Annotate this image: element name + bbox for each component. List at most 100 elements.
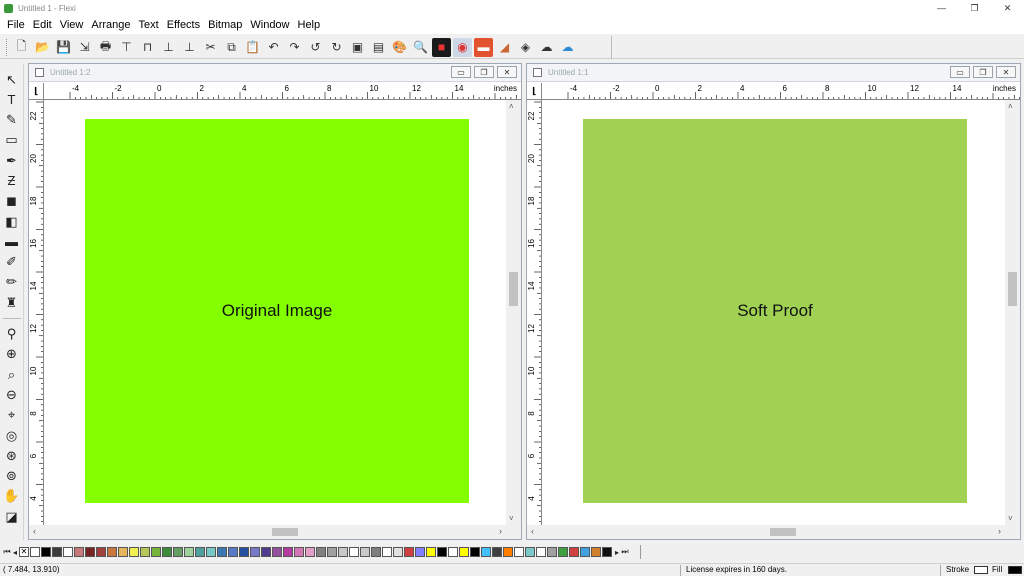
palette-swatch[interactable] [558, 547, 568, 557]
drawing-canvas[interactable]: Original Image [44, 100, 506, 525]
palette-swatch[interactable] [272, 547, 282, 557]
measure-tool-icon[interactable]: ▬ [2, 232, 22, 251]
cut-icon[interactable]: ✂ [201, 38, 220, 57]
menu-view[interactable]: View [56, 19, 88, 31]
zoom-page-tool-icon[interactable]: ◎ [2, 426, 22, 445]
undo-step-icon[interactable]: ↺ [306, 38, 325, 57]
doc-restore-button[interactable]: ❐ [474, 66, 494, 78]
original-image-artwork[interactable]: Original Image [85, 119, 469, 503]
menu-help[interactable]: Help [294, 19, 325, 31]
scroll-left-arrow-icon[interactable]: ‹ [531, 526, 534, 536]
palette-swatch[interactable] [195, 547, 205, 557]
scroll-right-arrow-icon[interactable]: › [499, 526, 502, 536]
palette-swatch[interactable] [327, 547, 337, 557]
pen-tool-icon[interactable]: ✒ [2, 151, 22, 170]
import-icon[interactable]: ⇲ [75, 38, 94, 57]
palette-swatch[interactable] [580, 547, 590, 557]
palette-swatch[interactable] [118, 547, 128, 557]
palette-swatch[interactable] [63, 547, 73, 557]
vertical-scrollbar[interactable]: ˄ ˅ [506, 100, 521, 525]
cloud-link-icon[interactable]: ☁ [537, 38, 556, 57]
select-tool-icon[interactable]: ↖ [2, 70, 22, 89]
palette-swatch[interactable] [140, 547, 150, 557]
distort-tool-icon[interactable]: Ƶ [2, 171, 22, 190]
palette-last-icon[interactable]: ⏭ [621, 547, 629, 557]
zoom-out-tool-icon[interactable]: ⊖ [2, 385, 22, 404]
rip-icon[interactable]: ▬ [474, 37, 493, 57]
soft-proof-artwork[interactable]: Soft Proof [583, 119, 967, 503]
doc-restore-button[interactable]: ❐ [973, 66, 993, 78]
fill-color-swatch[interactable] [1008, 566, 1022, 574]
shape-edit-tool-icon[interactable]: ✎ [2, 111, 22, 130]
palette-swatch[interactable] [250, 547, 260, 557]
print-icon[interactable]: 🖶 [96, 38, 115, 57]
zoom-area-tool-icon[interactable]: ⌕ [2, 365, 22, 384]
horizontal-scroll-thumb[interactable] [770, 528, 796, 536]
zoom-selected-tool-icon[interactable]: ⊛ [2, 446, 22, 465]
palette-swatch[interactable] [338, 547, 348, 557]
layers-icon[interactable]: ◈ [516, 38, 535, 57]
zoom-in-tool-icon[interactable]: ⊕ [2, 345, 22, 364]
redo-step-icon[interactable]: ↻ [327, 38, 346, 57]
horizontal-ruler[interactable]: -4-20246810121416 inches [542, 83, 1020, 100]
palette-swatch[interactable] [349, 547, 359, 557]
doc-minimize-button[interactable]: ▭ [950, 66, 970, 78]
palette-swatch[interactable] [85, 547, 95, 557]
palette-swatch[interactable] [360, 547, 370, 557]
palette-swatch[interactable] [129, 547, 139, 557]
palette-swatch[interactable] [173, 547, 183, 557]
palette-swatch[interactable] [459, 547, 469, 557]
pencil-tool-icon[interactable]: ✏ [2, 273, 22, 292]
open-icon[interactable]: 📂 [33, 38, 52, 57]
scroll-down-arrow-icon[interactable]: ˅ [1008, 514, 1013, 523]
palette-swatch[interactable] [426, 547, 436, 557]
soft-proof-icon[interactable]: ◉ [453, 37, 472, 57]
palette-prev-icon[interactable]: ◂ [11, 548, 19, 557]
horizontal-scroll-thumb[interactable] [272, 528, 298, 536]
palette-swatch[interactable] [294, 547, 304, 557]
menu-edit[interactable]: Edit [29, 19, 56, 31]
maximize-button[interactable]: ❐ [958, 0, 991, 16]
ruler-origin-corner[interactable]: ⌊ [527, 83, 542, 100]
scroll-left-arrow-icon[interactable]: ‹ [33, 526, 36, 536]
palette-swatch[interactable] [371, 547, 381, 557]
menu-arrange[interactable]: Arrange [87, 19, 134, 31]
palette-swatch[interactable] [239, 547, 249, 557]
palette-swatch[interactable] [437, 547, 447, 557]
fill-tool-icon[interactable]: ◼ [2, 192, 22, 211]
zoom-search-icon[interactable]: 🔍 [411, 38, 430, 57]
palette-swatch[interactable] [30, 547, 40, 557]
palette-swatch[interactable] [470, 547, 480, 557]
drawing-canvas[interactable]: Soft Proof [542, 100, 1005, 525]
shadow-tool-icon[interactable]: ◧ [2, 212, 22, 231]
stroke-color-swatch[interactable] [974, 566, 988, 574]
palette-swatch[interactable] [162, 547, 172, 557]
menu-window[interactable]: Window [246, 19, 293, 31]
group-icon[interactable]: ▣ [348, 38, 367, 57]
ruler-origin-corner[interactable]: ⌊ [29, 83, 44, 100]
palette-next-icon[interactable]: ▸ [613, 548, 621, 557]
palette-swatch[interactable] [206, 547, 216, 557]
color-palette-icon[interactable]: 🎨 [390, 38, 409, 57]
zoom-all-tool-icon[interactable]: ⊚ [2, 467, 22, 486]
new-icon[interactable]: 🗋 [12, 38, 31, 57]
palette-swatch[interactable] [74, 547, 84, 557]
scroll-up-arrow-icon[interactable]: ˄ [1008, 102, 1013, 111]
palette-swatch[interactable] [481, 547, 491, 557]
redo-icon[interactable]: ↷ [285, 38, 304, 57]
palette-swatch[interactable] [415, 547, 425, 557]
palette-swatch[interactable] [602, 547, 612, 557]
palette-swatch[interactable] [382, 547, 392, 557]
cut-contour-icon[interactable]: ⊤ [117, 38, 136, 57]
vertical-scrollbar[interactable]: ˄ ˅ [1005, 100, 1020, 525]
palette-swatch[interactable] [283, 547, 293, 557]
text-tool-icon[interactable]: T [2, 90, 22, 109]
palette-swatch[interactable] [503, 547, 513, 557]
stroke-fill-tool-icon[interactable]: ◪ [2, 507, 22, 526]
palette-swatch[interactable] [404, 547, 414, 557]
vertical-ruler[interactable]: 22 20 18 16 14 12 10 8 6 4 [29, 100, 44, 525]
horizontal-scrollbar[interactable]: ‹ › [29, 525, 506, 539]
palette-swatch[interactable] [536, 547, 546, 557]
zoom-fit-tool-icon[interactable]: ⌖ [2, 406, 22, 425]
scroll-right-arrow-icon[interactable]: › [998, 526, 1001, 536]
